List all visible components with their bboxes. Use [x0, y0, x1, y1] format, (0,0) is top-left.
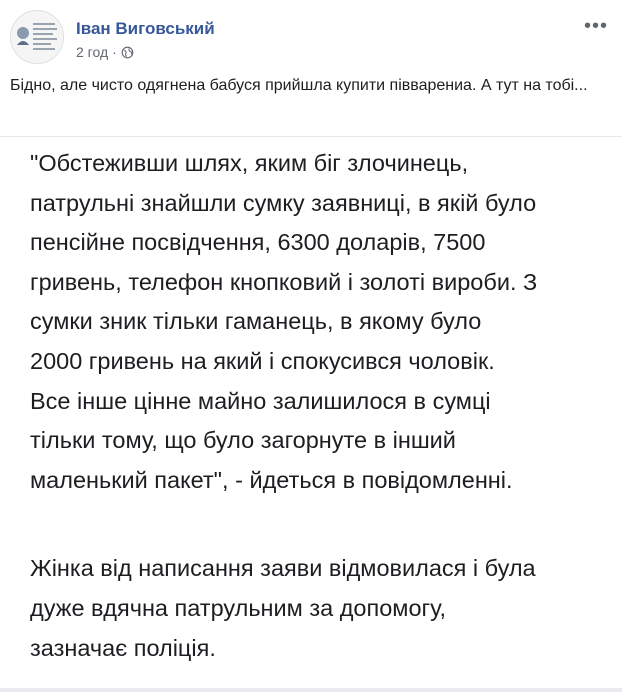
- globe-icon[interactable]: [121, 46, 134, 59]
- image-paragraph-text: Жінка від написання заяви відмовилася і …: [30, 555, 536, 661]
- post-timestamp[interactable]: 2 год: [76, 44, 108, 60]
- facebook-post: Іван Виговський 2 год · ••• Бідно, але ч…: [0, 0, 622, 692]
- image-quote-text: "Обстеживши шлях, яким біг злочинець, па…: [30, 150, 538, 493]
- author-avatar[interactable]: [10, 10, 64, 64]
- post-bottom-border: [0, 688, 622, 692]
- meta-separator: ·: [112, 44, 117, 60]
- more-options-icon[interactable]: •••: [584, 16, 608, 36]
- post-meta: 2 год ·: [76, 44, 134, 60]
- avatar-image: [11, 11, 63, 63]
- post-caption: Бідно, але чисто одягнена бабуся прийшла…: [10, 77, 588, 94]
- image-top-divider: [0, 136, 622, 137]
- author-name-link[interactable]: Іван Виговський: [76, 19, 215, 39]
- post-header: Іван Виговський 2 год · •••: [10, 10, 612, 66]
